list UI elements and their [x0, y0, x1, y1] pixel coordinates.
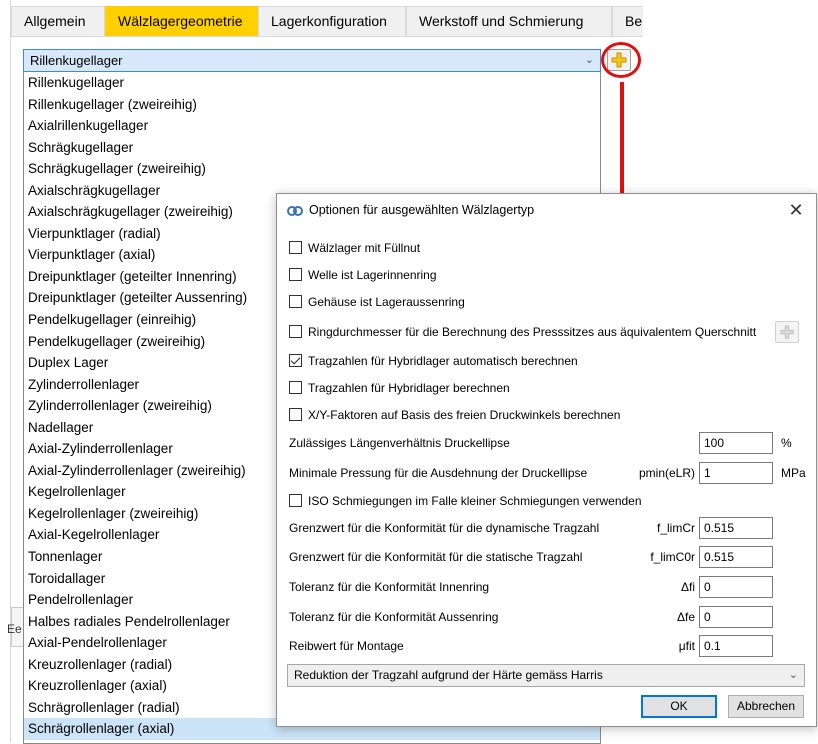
checkbox-iso-schmiegungen[interactable]: ISO Schmiegungen im Falle kleiner Schmie… [289, 491, 642, 511]
delta-fe-input[interactable]: 0 [699, 606, 773, 628]
bearing-type-option[interactable]: Rillenkugellager [24, 72, 600, 94]
checkbox-welle-innenring[interactable]: Welle ist Lagerinnenring [289, 265, 437, 285]
annotation-arrow-line [620, 82, 624, 204]
options-dialog: Optionen für ausgewählten Wälzlagertyp ✕… [276, 193, 817, 727]
checkbox-label: Tragzahlen für Hybridlager berechnen [308, 381, 510, 395]
checkbox-label: Tragzahlen für Hybridlager automatisch b… [308, 354, 578, 368]
param-symbol: Δfi [680, 580, 695, 594]
bearing-type-value: Rillenkugellager [30, 53, 123, 68]
checkbox-label: Welle ist Lagerinnenring [308, 268, 437, 282]
tab-allgemein[interactable]: Allgemein [11, 6, 105, 36]
checkbox-box[interactable] [289, 241, 302, 254]
tab-lagerkonfiguration[interactable]: Lagerkonfiguration [258, 6, 406, 36]
checkbox-fuellnut[interactable]: Wälzlager mit Füllnut [289, 238, 420, 258]
bearing-type-combobox[interactable]: Rillenkugellager ⌄ [23, 49, 601, 72]
side-label-fragment: Ee [7, 622, 22, 636]
chevron-down-icon: ⌄ [584, 54, 594, 66]
dialog-title: Optionen für ausgewählten Wälzlagertyp [309, 203, 535, 217]
checkbox-box[interactable] [289, 381, 302, 394]
close-icon[interactable]: ✕ [784, 199, 808, 223]
length-ratio-unit: % [781, 436, 792, 450]
min-pressure-symbol: pmin(eLR) [638, 466, 695, 480]
checkbox-hybrid-auto[interactable]: Tragzahlen für Hybridlager automatisch b… [289, 351, 578, 371]
chevron-down-icon: ⌄ [788, 669, 798, 681]
annotation-circle [601, 42, 641, 78]
checkbox-xy-faktoren[interactable]: X/Y-Faktoren auf Basis des freien Druckw… [289, 405, 620, 425]
harris-select-value: Reduktion der Tragzahl aufgrund der Härt… [294, 668, 603, 682]
min-pressure-unit: MPa [781, 466, 806, 480]
checkbox-box[interactable] [289, 268, 302, 281]
mu-fit-input[interactable]: 0.1 [699, 635, 773, 657]
plus-icon [780, 325, 794, 339]
param-label: Toleranz für die Konformität Innenring [289, 580, 490, 594]
param-symbol: μfit [678, 639, 695, 653]
checkbox-gehaeuse-aussenring[interactable]: Gehäuse ist Lageraussenring [289, 292, 465, 312]
checkbox-box[interactable] [289, 408, 302, 421]
checkbox-ringdurchmesser[interactable]: Ringdurchmesser für die Berechnung des P… [289, 322, 756, 342]
checkbox-hybrid[interactable]: Tragzahlen für Hybridlager berechnen [289, 378, 510, 398]
checkbox-label: ISO Schmiegungen im Falle kleiner Schmie… [308, 494, 642, 508]
min-pressure-input[interactable]: 1 [699, 462, 773, 484]
checkbox-box[interactable] [289, 354, 302, 367]
param-label: Toleranz für die Konformität Aussenring [289, 610, 499, 624]
param-symbol: Δfe [676, 610, 695, 624]
f-limc0r-input[interactable]: 0.515 [699, 546, 773, 568]
bearing-type-option[interactable]: Schrägkugellager [24, 137, 600, 159]
tab-belastung[interactable]: Bela [612, 6, 643, 36]
ring-diameter-plus-button[interactable] [775, 321, 799, 343]
checkbox-box[interactable] [289, 325, 302, 338]
checkbox-label: X/Y-Faktoren auf Basis des freien Druckw… [308, 408, 621, 422]
param-label: Reibwert für Montage [289, 639, 404, 653]
bearing-type-option[interactable]: Schrägkugellager (zweireihig) [24, 158, 600, 180]
length-ratio-label: Zulässiges Längenverhältnis Druckellipse [289, 436, 510, 450]
length-ratio-input[interactable]: 100 [699, 432, 773, 454]
checkbox-box[interactable] [289, 494, 302, 507]
param-label: Grenzwert für die Konformität für die st… [289, 550, 583, 564]
cancel-button[interactable]: Abbrechen [728, 695, 804, 718]
tab-werkstoff-schmierung[interactable]: Werkstoff und Schmierung [406, 6, 612, 36]
tab-bar: Allgemein Wälzlagergeometrie Lagerkonfig… [11, 6, 643, 37]
checkbox-label: Ringdurchmesser für die Berechnung des P… [308, 325, 757, 339]
tab-waelzlagergeometrie[interactable]: Wälzlagergeometrie [105, 6, 258, 36]
param-label: Grenzwert für die Konformität für die dy… [289, 521, 600, 535]
param-symbol: f_limCr [657, 521, 695, 535]
param-symbol: f_limC0r [650, 550, 695, 564]
checkbox-box[interactable] [289, 295, 302, 308]
checkbox-label: Wälzlager mit Füllnut [308, 241, 421, 255]
f-limcr-input[interactable]: 0.515 [699, 517, 773, 539]
delta-fi-input[interactable]: 0 [699, 576, 773, 598]
ok-button[interactable]: OK [641, 695, 717, 718]
harris-reduction-select[interactable]: Reduktion der Tragzahl aufgrund der Härt… [287, 664, 805, 687]
min-pressure-label: Minimale Pressung für die Ausdehnung der… [289, 466, 588, 480]
bearing-type-option[interactable]: Axialrillenkugellager [24, 115, 600, 137]
checkbox-label: Gehäuse ist Lageraussenring [308, 295, 465, 309]
bearing-type-option[interactable]: Rillenkugellager (zweireihig) [24, 94, 600, 116]
